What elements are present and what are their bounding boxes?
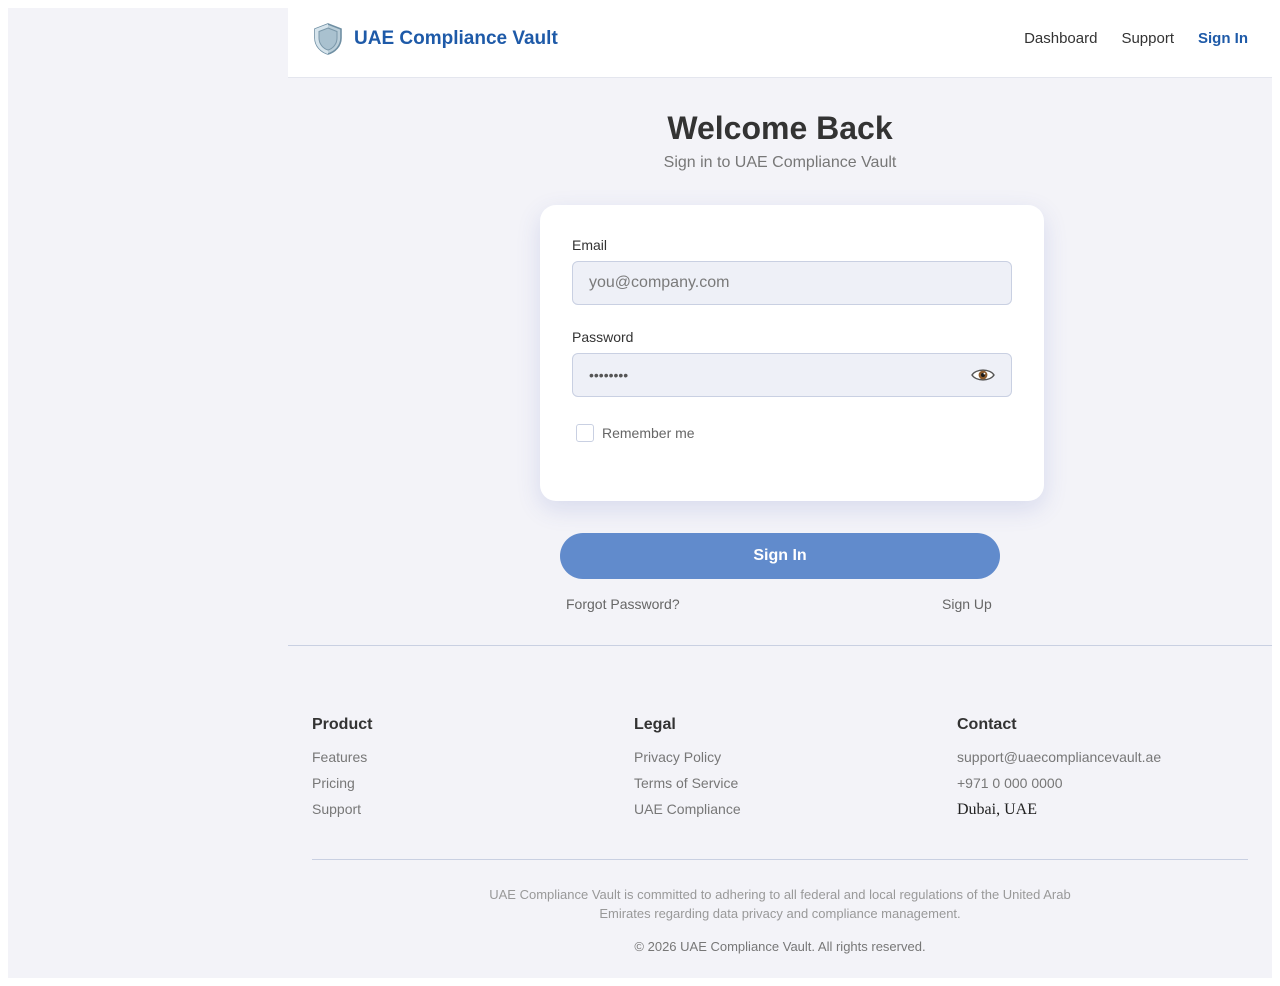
forgot-password-link[interactable]: Forgot Password?: [566, 596, 680, 612]
copyright: © 2026 UAE Compliance Vault. All rights …: [634, 939, 926, 954]
nav-support[interactable]: Support: [1121, 30, 1174, 47]
contact-email[interactable]: support@uaecompliancevault.ae: [957, 749, 1257, 766]
footer-column-product: Product Features Pricing Support: [312, 716, 612, 818]
sign-in-button[interactable]: Sign In: [560, 533, 1000, 579]
page-title: Welcome Back: [667, 110, 893, 146]
footer-bottom-divider: [312, 859, 1248, 860]
footer-link-features[interactable]: Features: [312, 749, 612, 766]
sign-up-link[interactable]: Sign Up: [942, 596, 992, 612]
email-field-wrapper: [572, 261, 1012, 305]
footer-link-uae-compliance[interactable]: UAE Compliance: [634, 801, 934, 818]
brand-title: UAE Compliance Vault: [354, 27, 558, 49]
compliance-statement: UAE Compliance Vault is committed to adh…: [489, 887, 1071, 921]
app-main: UAE Compliance Vault Dashboard Support S…: [288, 0, 1272, 978]
footer-column-contact: Contact support@uaecompliancevault.ae +9…: [957, 716, 1257, 818]
footer-divider: [288, 645, 1272, 646]
eye-icon[interactable]: [971, 367, 995, 383]
shield-icon: [314, 22, 342, 55]
remember-checkbox[interactable]: [576, 424, 594, 442]
top-header: UAE Compliance Vault Dashboard Support S…: [288, 0, 1272, 78]
footer-column-title: Contact: [957, 716, 1017, 733]
contact-location: Dubai, UAE: [957, 801, 1037, 818]
nav-dashboard[interactable]: Dashboard: [1024, 30, 1097, 47]
brand[interactable]: UAE Compliance Vault: [312, 22, 558, 56]
password-value: ••••••••: [589, 367, 629, 383]
password-label: Password: [572, 329, 634, 345]
remember-label: Remember me: [602, 425, 695, 441]
footer-column-legal: Legal Privacy Policy Terms of Service UA…: [634, 716, 934, 818]
login-card: Email Password •••••••• Remember me: [540, 205, 1044, 501]
footer-link-terms[interactable]: Terms of Service: [634, 775, 934, 792]
email-label: Email: [572, 237, 608, 253]
footer-link-support[interactable]: Support: [312, 801, 612, 818]
page-subtitle: Sign in to UAE Compliance Vault: [663, 154, 897, 171]
password-field[interactable]: ••••••••: [572, 353, 1012, 397]
contact-phone: +971 0 000 0000: [957, 775, 1063, 791]
remember-me[interactable]: Remember me: [576, 424, 695, 442]
top-nav: Dashboard Support Sign In: [1024, 30, 1248, 47]
footer-column-title: Legal: [634, 716, 676, 733]
email-field[interactable]: [589, 274, 995, 292]
nav-sign-in[interactable]: Sign In: [1198, 30, 1248, 47]
footer-column-title: Product: [312, 716, 373, 733]
footer-link-pricing[interactable]: Pricing: [312, 775, 612, 792]
footer-link-privacy[interactable]: Privacy Policy: [634, 749, 934, 766]
